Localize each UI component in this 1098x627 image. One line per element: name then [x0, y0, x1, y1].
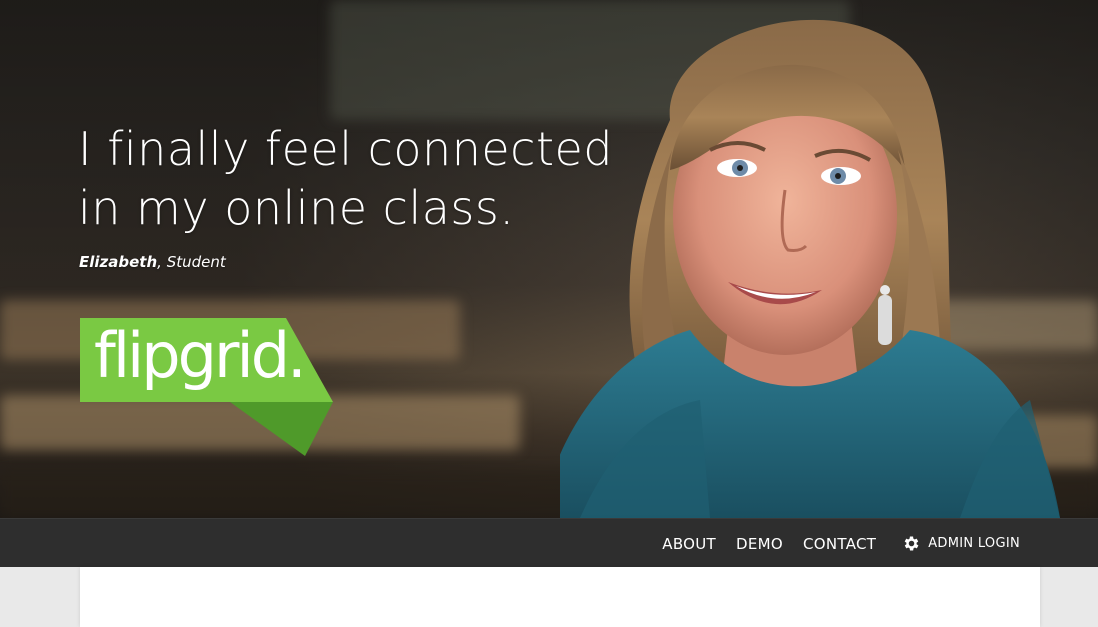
nav-about[interactable]: ABOUT	[662, 535, 716, 553]
hero-banner: I finally feel connected in my online cl…	[0, 0, 1098, 518]
quote-line-2: in my online class.	[78, 181, 515, 235]
nav-contact[interactable]: CONTACT	[803, 535, 876, 553]
content-card	[80, 567, 1040, 627]
logo-text: flipgrid.	[94, 319, 307, 392]
nav-demo[interactable]: DEMO	[736, 535, 783, 553]
student-portrait	[560, 19, 1060, 518]
quote-line-1: I finally feel connected	[78, 122, 613, 176]
attribution-role: , Student	[157, 253, 226, 271]
gear-icon	[904, 536, 919, 551]
main-nav: ABOUT DEMO CONTACT ADMIN LOGIN	[662, 519, 1020, 568]
flipgrid-logo[interactable]: flipgrid.	[80, 318, 336, 458]
attribution-name: Elizabeth	[79, 253, 158, 271]
admin-login-label: ADMIN LOGIN	[928, 536, 1020, 551]
admin-login-link[interactable]: ADMIN LOGIN	[902, 534, 1020, 553]
testimonial-quote: I finally feel connected in my online cl…	[78, 120, 613, 238]
navigation-bar: ABOUT DEMO CONTACT ADMIN LOGIN	[0, 518, 1098, 567]
testimonial-attribution: Elizabeth, Student	[79, 253, 226, 271]
